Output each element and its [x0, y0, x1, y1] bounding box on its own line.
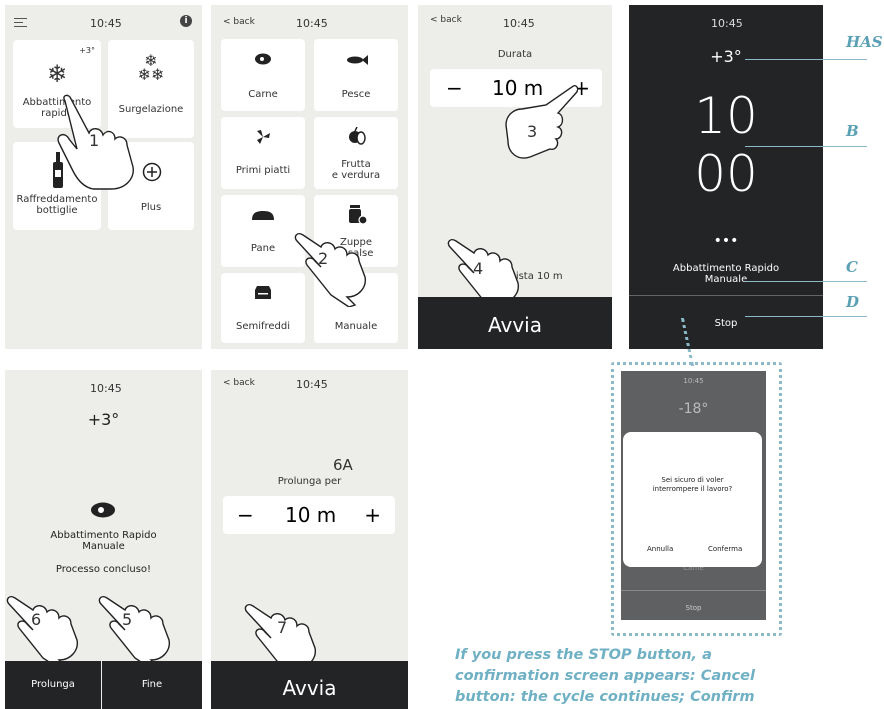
bread-icon	[252, 211, 274, 220]
callout-b: B	[846, 122, 859, 140]
stop-button[interactable]: Stop	[621, 604, 766, 612]
tile-frutta-verdura[interactable]: Frutta e verdura	[314, 117, 398, 189]
finish-button[interactable]: Fine	[102, 661, 202, 709]
timer-minutes: 10	[694, 87, 758, 145]
clock: 10:45	[503, 17, 535, 30]
clock: 10:45	[90, 382, 122, 395]
pointing-hand-icon	[505, 84, 578, 159]
pointing-hand-icon	[98, 595, 170, 670]
callout-line-d	[745, 316, 867, 317]
fruit-icon	[349, 127, 366, 145]
duration-label: Durata	[497, 49, 533, 60]
tile-label: Carne	[248, 89, 278, 100]
pointing-hand-icon	[294, 232, 366, 307]
extend-stepper: − 10 m +	[223, 496, 395, 534]
step-number: 7	[277, 618, 288, 637]
increment-button[interactable]: +	[364, 503, 381, 527]
step-tag: 6A	[333, 456, 353, 474]
start-button[interactable]: Avvia	[211, 661, 408, 709]
step-number: 6	[31, 610, 42, 629]
extend-button[interactable]: Prolunga	[5, 661, 101, 709]
tile-label: Frutta e verdura	[331, 159, 381, 181]
confirm-button[interactable]: Conferma	[708, 545, 742, 553]
meat-icon	[91, 502, 115, 518]
temperature-readout: +3°	[87, 410, 120, 429]
plus-circle-icon	[142, 162, 162, 182]
mode-label: Abbattimento Rapido Manuale	[50, 530, 157, 552]
screen-extend: < back 10:45 6A Prolunga per − 10 m + 7 …	[211, 370, 408, 709]
cake-icon	[255, 286, 271, 299]
fish-icon	[347, 55, 368, 65]
tile-label: Plus	[140, 202, 162, 213]
extend-label: Prolunga per	[277, 476, 342, 487]
badge-temp: +3°	[79, 46, 95, 55]
tile-carne[interactable]: Carne	[221, 39, 305, 111]
callout-d: D	[846, 293, 860, 311]
chevron-left-icon: <	[223, 17, 231, 27]
timer-seconds: 00	[694, 145, 758, 203]
tile-pesce[interactable]: Pesce	[314, 39, 398, 111]
callout-line-b	[745, 146, 867, 147]
step-number: 4	[473, 259, 484, 278]
chevron-left-icon: <	[430, 15, 438, 25]
screen-running: 10:45 +3° 10 00 ••• Abbattimento Rapido …	[629, 5, 823, 349]
screen-duration: < back 10:45 Durata − 10 m + 3 Prevista …	[418, 5, 612, 349]
screen-home: 10:45 i +3° ❄ Abbattimento rapido ❄ ❄❄ Su…	[5, 5, 202, 349]
clock: 10:45	[90, 17, 122, 30]
start-button[interactable]: Avvia	[418, 297, 612, 349]
progress-dots: •••	[713, 233, 739, 249]
decrement-button[interactable]: −	[446, 76, 463, 100]
temperature-readout: -18°	[678, 401, 709, 417]
screen-confirm-stop: 10:45 -18° Carne Stop Sei sicuro di vole…	[621, 371, 766, 620]
snowflake-icon: ❄	[46, 60, 68, 88]
callout-line-has	[745, 59, 867, 60]
screen-categories: < back 10:45 Carne Pesce Primi piatti Fr…	[211, 5, 408, 349]
tile-primi-piatti[interactable]: Primi piatti	[221, 117, 305, 189]
info-icon[interactable]: i	[180, 15, 192, 27]
pasta-icon	[257, 130, 270, 144]
meat-icon	[255, 53, 271, 65]
back-link[interactable]: < back	[223, 17, 255, 27]
dialog-question: Sei sicuro di voler interrompere il lavo…	[652, 476, 733, 493]
back-link[interactable]: < back	[430, 15, 462, 25]
clock: 10:45	[683, 377, 704, 385]
cancel-button[interactable]: Annulla	[647, 545, 673, 553]
clock: 10:45	[296, 17, 328, 30]
instruction-caption: If you press the STOP button, a confirma…	[455, 647, 755, 705]
screen-finished: 10:45 +3° Abbattimento Rapido Manuale Pr…	[5, 370, 202, 709]
callout-line-c	[745, 281, 867, 282]
temperature-readout: +3°	[710, 47, 742, 66]
extend-value: 10 m	[285, 503, 337, 527]
menu-icon[interactable]	[14, 18, 27, 27]
chevron-left-icon: <	[223, 378, 231, 388]
status-text: Processo concluso!	[55, 564, 152, 575]
callout-has: HAS	[846, 33, 883, 51]
tile-label: Manuale	[334, 321, 378, 332]
callout-c: C	[846, 258, 858, 276]
tile-label: Raffreddamento bottiglie	[16, 194, 98, 216]
step-number: 2	[318, 249, 329, 268]
confirm-dialog: Sei sicuro di voler interrompere il lavo…	[623, 432, 762, 567]
pointing-hand-icon	[6, 595, 78, 670]
back-link[interactable]: < back	[223, 378, 255, 388]
step-number: 5	[122, 610, 133, 629]
tile-label: Primi piatti	[235, 165, 291, 176]
separator	[621, 590, 766, 591]
clock: 10:45	[296, 378, 328, 391]
tile-label: Pesce	[341, 89, 371, 100]
step-number: 3	[527, 122, 538, 141]
jar-icon	[349, 205, 368, 225]
separator	[629, 295, 823, 296]
stop-button[interactable]: Stop	[629, 318, 823, 329]
clock: 10:45	[711, 17, 743, 30]
snowflakes-icon: ❄ ❄❄	[137, 51, 165, 84]
decrement-button[interactable]: −	[237, 503, 254, 527]
tile-label: Semifreddi	[235, 321, 291, 332]
step-number: 1	[89, 131, 100, 150]
